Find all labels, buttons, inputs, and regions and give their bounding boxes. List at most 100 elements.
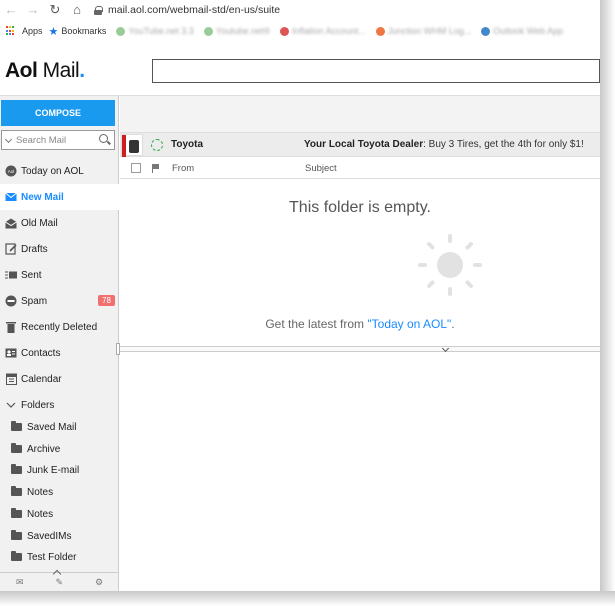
search-icon[interactable] [99,134,108,143]
mail-icon[interactable]: ✉ [16,577,24,588]
sidebar-item-spam[interactable]: Spam 78 [0,288,119,314]
folder-item[interactable]: Test Folder [0,546,119,568]
sidebar-item-recently-deleted[interactable]: Recently Deleted [0,314,119,340]
empty-message-text: Get the latest from [265,317,368,331]
sidebar-item-label: Calendar [21,373,62,385]
sidebar-item-contacts[interactable]: Contacts [0,340,119,366]
folder-item[interactable]: Notes [0,503,119,525]
favicon-icon [203,26,213,36]
chevron-down-icon[interactable] [441,344,450,353]
sidebar-footer: ✉ ✎ ⚙ [0,569,119,591]
bookmark-item[interactable]: Youtube.net® [216,26,270,36]
web-search-input[interactable] [152,59,600,83]
folder-item[interactable]: Junk E-mail [0,459,119,481]
sidebar-item-drafts[interactable]: Drafts [0,236,119,262]
folder-label: Test Folder [27,551,77,563]
send-icon [5,269,17,281]
ad-subject: Your Local Toyota Dealer [304,139,424,150]
bookmark-bookmarks[interactable]: ★ Bookmarks [49,25,107,38]
favicon-icon [116,26,126,36]
apps-grid-icon[interactable] [6,26,16,36]
folder-icon [11,551,22,561]
empty-folder-title: This folder is empty. [289,199,431,216]
bookmarks-bar: Apps ★ Bookmarks YouTube.net 3.3 Youtube.… [0,22,600,40]
settings-icon[interactable]: ⚙ [95,577,103,588]
mail-toolbar [120,96,600,133]
sidebar: COMPOSE Aol Today on AOL New Mail Old Ma… [0,96,119,591]
ad-thumbnail [121,133,143,157]
bookmark-apps[interactable]: Apps [22,26,43,36]
reading-pane-splitter[interactable] [116,343,600,355]
flag-icon[interactable] [152,164,160,173]
logo-aol-text: Aol [5,59,38,82]
home-icon[interactable]: ⌂ [66,0,88,20]
open-envelope-icon [5,217,17,229]
column-from[interactable]: From [172,163,305,174]
sidebar-item-label: Drafts [21,243,48,255]
envelope-icon [5,191,17,203]
folder-item[interactable]: SavedIMs [0,525,119,547]
chevron-down-icon [5,399,17,411]
spam-icon [5,295,17,307]
sidebar-item-label: Spam [21,295,48,307]
mail-search-box [1,130,115,150]
logo-mail-text: Mail [42,59,80,82]
select-all-checkbox[interactable] [131,163,141,173]
folder-item[interactable]: Archive [0,438,119,460]
splitter-handle[interactable] [116,343,120,355]
favicon-icon [481,26,491,36]
folder-label: Notes [27,508,54,520]
sponsored-ad-row[interactable]: Toyota Your Local Toyota Dealer : Buy 3 … [120,133,600,157]
search-mail-input[interactable] [2,131,92,149]
sponsored-icon [151,138,163,151]
bookmark-item[interactable]: Junction WHM Log... [388,26,472,36]
column-subject[interactable]: Subject [305,163,337,174]
star-icon: ★ [48,25,59,38]
browser-url-bar: ← → ↻ ⌂ mail.aol.com/webmail-std/en-us/s… [0,0,600,20]
reload-icon[interactable]: ↻ [44,0,66,20]
sidebar-item-label: Recently Deleted [21,321,98,333]
compose-button[interactable]: COMPOSE [1,100,115,126]
sidebar-item-today-on-aol[interactable]: Aol Today on AOL [0,158,119,184]
window-shadow-right [600,0,615,606]
bookmark-item[interactable]: Outlook Web App [493,26,563,36]
sidebar-item-calendar[interactable]: Calendar [0,366,119,392]
sidebar-item-label: New Mail [21,191,64,203]
sun-icon [418,234,482,296]
sidebar-item-label: Today on AOL [21,165,84,177]
aol-mail-logo[interactable]: Aol Mail. [5,59,85,83]
folder-item[interactable]: Saved Mail [0,416,119,438]
folder-icon [11,508,22,518]
arrow-left-icon[interactable]: ← [0,0,22,20]
pencil-icon [5,243,17,255]
message-list-header: From Subject [120,158,600,179]
arrow-right-icon[interactable]: → [22,0,44,20]
folder-label: Notes [27,486,54,498]
sidebar-item-label: Folders [21,399,55,411]
logo-dot: . [79,59,85,82]
sidebar-item-new-mail[interactable]: New Mail [0,184,119,210]
folder-label: SavedIMs [27,530,72,542]
sidebar-item-folders[interactable]: Folders [0,392,119,418]
sidebar-item-label: Sent [21,269,42,281]
spam-count-badge: 78 [98,295,115,306]
folder-label: Junk E-mail [27,464,80,476]
folder-item[interactable]: Notes [0,481,119,503]
folder-icon [11,486,22,496]
empty-message-period: . [451,317,455,331]
bookmark-item[interactable]: Inflation Account... [292,26,366,36]
folder-icon [11,464,22,474]
today-on-aol-link[interactable]: "Today on AOL" [367,317,451,331]
aol-icon: Aol [5,165,17,177]
sidebar-item-label: Contacts [21,347,61,359]
calendar-icon [5,373,17,385]
lock-icon [94,5,103,15]
ad-preview: : Buy 3 Tires, get the 4th for only $1! [423,139,584,150]
address-bar[interactable]: mail.aol.com/webmail-std/en-us/suite [108,4,280,16]
sidebar-item-old-mail[interactable]: Old Mail [0,210,119,236]
folder-icon [11,530,22,540]
svg-text:Aol: Aol [8,169,15,174]
bookmark-item[interactable]: YouTube.net 3.3 [128,26,193,36]
sidebar-item-label: Old Mail [21,217,58,229]
sidebar-item-sent[interactable]: Sent [0,262,119,288]
